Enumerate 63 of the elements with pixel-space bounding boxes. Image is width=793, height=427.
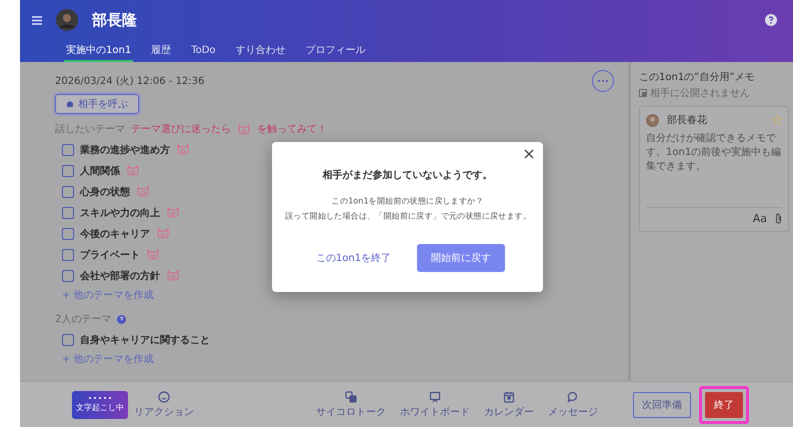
section-label: 話したいテーマ — [55, 122, 125, 136]
board-icon — [429, 390, 441, 402]
avatar-icon — [56, 9, 78, 31]
revert-button[interactable]: 開始前に戻す — [417, 244, 506, 272]
next-prep-button[interactable]: 次回準備 — [633, 392, 691, 418]
memo-title: この1on1の”自分用”メモ — [639, 71, 756, 84]
hint-text: テーマ選びに迷ったら — [131, 122, 231, 136]
dialog-message: この1on1を開始前の状態に戻しますか？ — [332, 196, 484, 208]
star-icon[interactable] — [772, 115, 782, 125]
help-icon[interactable] — [765, 14, 777, 26]
smiley-icon — [158, 390, 170, 402]
end-session-link[interactable]: この1on1を終了 — [310, 250, 398, 266]
checkbox[interactable] — [62, 334, 74, 346]
message-icon — [567, 390, 579, 402]
theme-label: 心身の状態 — [80, 185, 130, 198]
session-date: 2026/03/24 (火) 12:06 - 12:36 — [55, 74, 204, 88]
dice-icon — [345, 390, 357, 402]
end-button[interactable]: 終了 — [705, 392, 743, 418]
theme-label: 業務の進捗や進め方 — [80, 143, 170, 156]
nav-tab[interactable]: すり合わせ — [234, 40, 288, 62]
hint-text: を触ってみて！ — [257, 123, 327, 136]
checkbox[interactable] — [62, 186, 74, 198]
menu-icon[interactable] — [32, 16, 42, 24]
calendar-icon — [503, 390, 515, 402]
more-button[interactable] — [592, 70, 614, 92]
privacy-note: 相手に公開されません — [650, 86, 750, 100]
user-name: 部長隆 — [92, 10, 137, 30]
format-button[interactable]: Aa — [752, 212, 767, 225]
checkbox[interactable] — [62, 144, 74, 156]
theme-label: スキルや力の向上 — [80, 206, 160, 220]
checkbox[interactable] — [62, 270, 74, 282]
nav-tab[interactable]: プロフィール — [304, 40, 368, 62]
dialog-title: 相手がまだ参加していないようです。 — [322, 168, 492, 182]
checkbox[interactable] — [62, 248, 74, 260]
paperclip-icon[interactable] — [775, 213, 782, 224]
memo-editor[interactable]: 部長春花 自分だけが確認できるメモです。1on1の前後や実施中も編集できます。 Aa — [639, 106, 789, 232]
theme-label: 今後のキャリア — [80, 228, 150, 240]
author-name: 部長春花 — [667, 114, 707, 127]
checkbox[interactable] — [62, 164, 74, 176]
dialog-message: 誤って開始した場合は、「開始前に戻す」で元の状態に戻せます。 — [284, 210, 530, 223]
help-icon[interactable] — [117, 314, 126, 324]
theme-label: 会社や部署の方針 — [80, 269, 160, 282]
tool-button[interactable]: サイコロトーク — [310, 390, 392, 418]
theme-label: プライベート — [80, 248, 140, 262]
tool-button[interactable]: ホワイトボード — [394, 390, 476, 418]
memo-field[interactable]: 自分だけが確認できるメモです。1on1の前後や実施中も編集できます。 — [646, 131, 782, 207]
avatar-icon — [646, 114, 659, 126]
reaction-button[interactable]: リアクション — [128, 390, 200, 418]
nav-tab[interactable]: 履歴 — [149, 40, 174, 62]
nav-tab[interactable]: 実施中の1on1 — [64, 40, 134, 62]
theme-label: 自身やキャリアに関すること — [80, 334, 210, 346]
close-icon[interactable] — [523, 148, 535, 160]
call-button[interactable]: 相手を呼ぶ — [55, 94, 139, 114]
dots-icon — [88, 396, 112, 400]
nav-tab[interactable]: ToDo — [189, 40, 218, 62]
section-label: 2人のテーマ — [55, 313, 112, 326]
checkbox[interactable] — [62, 228, 74, 240]
tool-button[interactable]: カレンダー — [478, 390, 540, 418]
theme-label: 人間関係 — [80, 164, 120, 178]
checkbox[interactable] — [62, 206, 74, 218]
transcription-button[interactable]: 文字起こし中 — [72, 390, 128, 418]
lock-icon — [639, 89, 647, 97]
tool-button[interactable]: メッセージ — [542, 390, 604, 418]
